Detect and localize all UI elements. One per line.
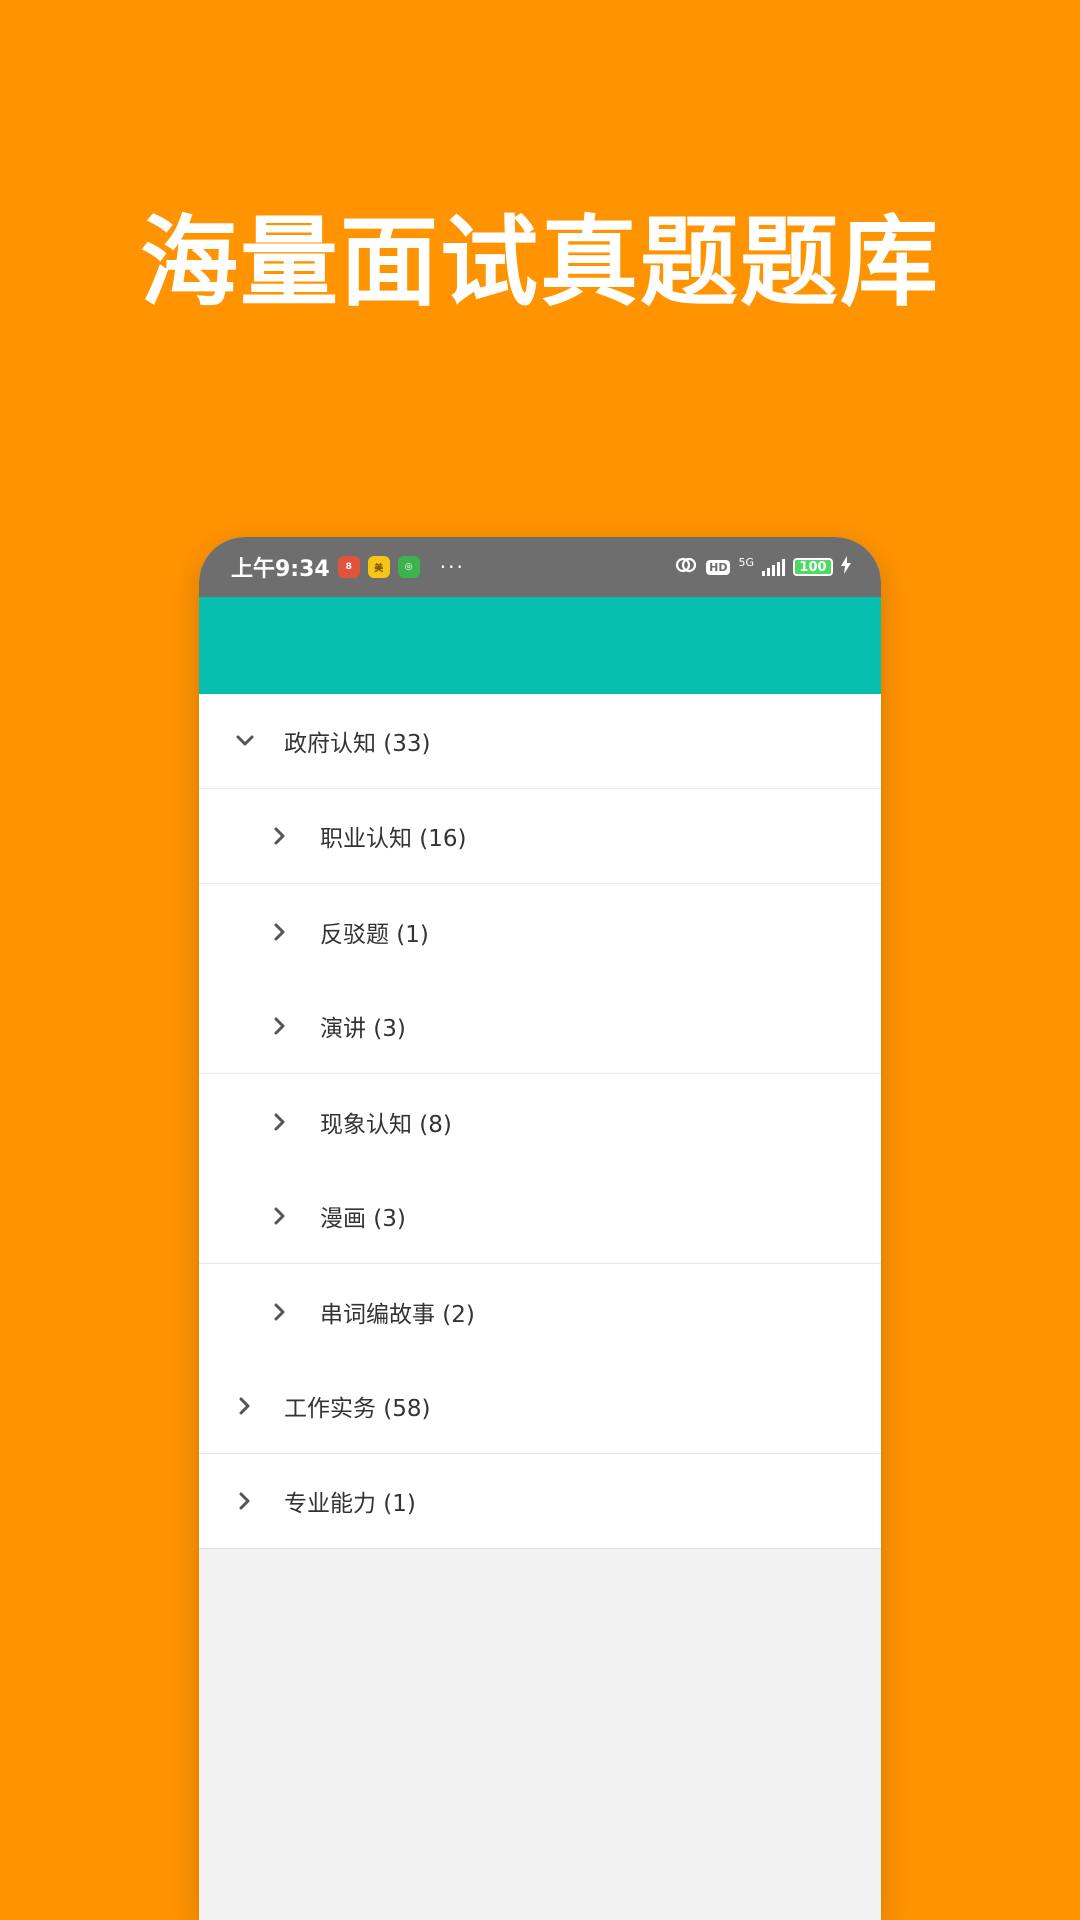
chevron-right-icon bbox=[265, 1011, 295, 1041]
network-type: 5G bbox=[738, 556, 754, 569]
promo-headline: 海量面试真题题库 bbox=[139, 206, 940, 320]
signal-icon bbox=[762, 558, 785, 576]
more-notifications-icon: ··· bbox=[439, 555, 465, 579]
tree-item-yanjiang[interactable]: 演讲 (3) bbox=[199, 979, 881, 1074]
tree-item-label: 专业能力 (1) bbox=[284, 1491, 416, 1517]
tree-item-label: 职业认知 (16) bbox=[320, 826, 467, 852]
tree-item-xianxiang-renzhi[interactable]: 现象认知 (8) bbox=[199, 1074, 881, 1169]
tree-item-chuanci-biangushi[interactable]: 串词编故事 (2) bbox=[199, 1264, 881, 1359]
chevron-right-icon bbox=[265, 1107, 295, 1137]
chevron-right-icon bbox=[230, 1486, 260, 1516]
hd-icon: HD bbox=[706, 559, 731, 575]
status-time: 上午9:34 bbox=[231, 557, 330, 582]
chevron-right-icon bbox=[265, 917, 295, 947]
tree-item-manhua[interactable]: 漫画 (3) bbox=[199, 1169, 881, 1264]
app-toolbar bbox=[199, 597, 881, 694]
tree-item-zhengfu-renzhi[interactable]: 政府认知 (33) bbox=[199, 694, 881, 789]
tree-item-label: 工作实务 (58) bbox=[284, 1396, 431, 1422]
tree-item-label: 反驳题 (1) bbox=[320, 921, 429, 948]
chevron-right-icon bbox=[265, 1201, 295, 1231]
tree-item-zhuanye-nengli[interactable]: 专业能力 (1) bbox=[199, 1454, 881, 1549]
chevron-right-icon bbox=[265, 1297, 295, 1327]
chevron-down-icon bbox=[230, 726, 260, 756]
chevron-right-icon bbox=[230, 1391, 260, 1421]
tree-item-gongzuo-shiwu[interactable]: 工作实务 (58) bbox=[199, 1359, 881, 1454]
tree-item-label: 现象认知 (8) bbox=[320, 1111, 452, 1138]
app-notification-icon-green: ◎ bbox=[397, 556, 420, 578]
phone-screen: 上午9:34 8 美 ◎ ··· HD 5G 100 政府认知 (33) 职业认… bbox=[199, 537, 881, 1920]
tree-item-label: 演讲 (3) bbox=[320, 1016, 406, 1042]
tree-item-label: 串词编故事 (2) bbox=[320, 1301, 475, 1328]
link-icon bbox=[674, 556, 698, 578]
charging-icon bbox=[841, 556, 851, 578]
tree-item-fanboti[interactable]: 反驳题 (1) bbox=[199, 884, 881, 979]
battery-icon: 100 bbox=[793, 558, 833, 576]
chevron-right-icon bbox=[265, 821, 295, 851]
app-notification-icon-red: 8 bbox=[337, 556, 360, 578]
status-bar: 上午9:34 8 美 ◎ ··· HD 5G 100 bbox=[199, 537, 881, 597]
tree-item-label: 漫画 (3) bbox=[320, 1206, 406, 1232]
category-tree: 政府认知 (33) 职业认知 (16) 反驳题 (1) 演讲 (3) 现象认知 … bbox=[199, 694, 881, 1549]
tree-item-label: 政府认知 (33) bbox=[284, 731, 431, 757]
app-notification-icon-yellow: 美 bbox=[367, 556, 390, 578]
tree-item-zhiye-renzhi[interactable]: 职业认知 (16) bbox=[199, 789, 881, 884]
status-right-group: HD 5G 100 bbox=[674, 556, 851, 578]
